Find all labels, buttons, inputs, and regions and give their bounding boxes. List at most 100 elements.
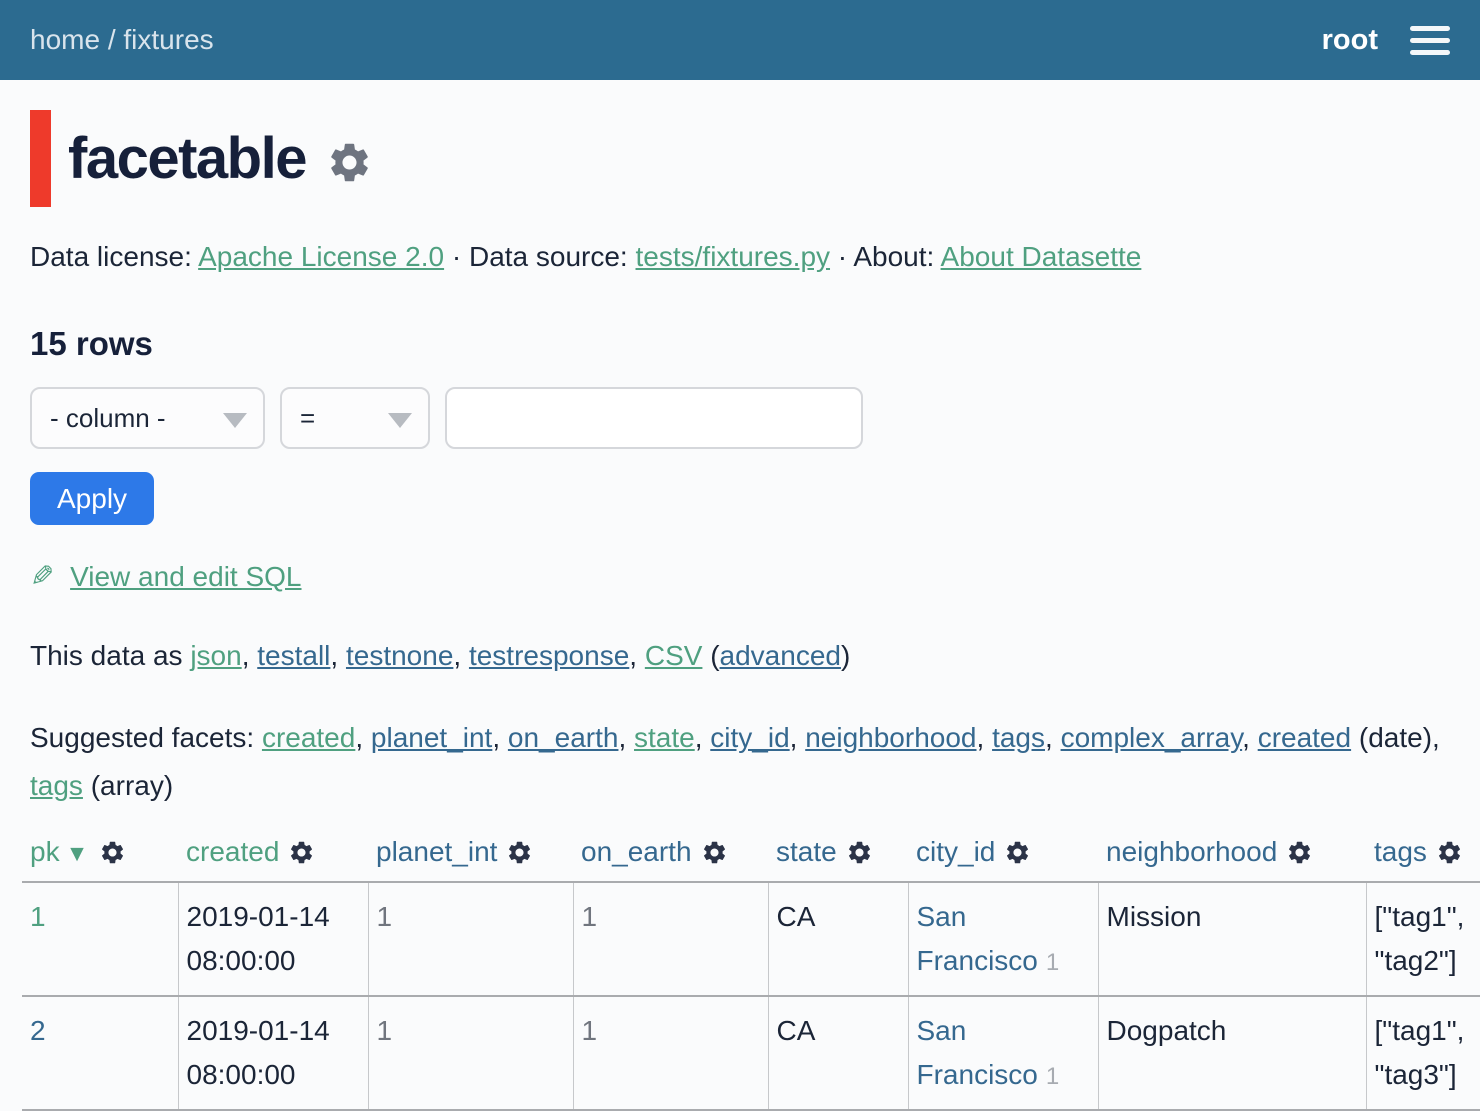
column-header-pk: pk▼ <box>22 836 178 882</box>
cell-created: 2019-01-14 08:00:00 <box>178 882 368 996</box>
column-header-created-link[interactable]: created <box>186 836 279 867</box>
pencil-icon: ✎ <box>30 559 54 594</box>
export-link-csv[interactable]: CSV <box>645 640 703 671</box>
column-header-neighborhood-link[interactable]: neighborhood <box>1106 836 1277 867</box>
data-table: pk▼ created planet_int on_earth state ci… <box>22 836 1480 1111</box>
facet-link-tags[interactable]: tags <box>992 722 1045 753</box>
column-header-planet-int: planet_int <box>368 836 573 882</box>
cell-tags: ["tag1", "tag3"] <box>1366 996 1480 1110</box>
about-label: About: <box>853 241 934 272</box>
header-row: pk▼ created planet_int on_earth state ci… <box>22 836 1480 882</box>
column-header-created: created <box>178 836 368 882</box>
view-edit-sql-link[interactable]: View and edit SQL <box>70 561 301 592</box>
column-header-pk-link[interactable]: pk <box>30 836 60 867</box>
export-link-testresponse[interactable]: testresponse <box>469 640 629 671</box>
facet-link-created-date[interactable]: created <box>1258 722 1351 753</box>
facet-link-on-earth[interactable]: on_earth <box>508 722 619 753</box>
column-gear-icon[interactable] <box>288 839 315 866</box>
filter-op-select[interactable]: = <box>280 387 430 449</box>
breadcrumb-table-link[interactable]: fixtures <box>123 24 213 55</box>
accent-bar <box>30 110 51 207</box>
meta-separator: · <box>452 241 461 272</box>
pk-link[interactable]: 2 <box>30 1015 46 1046</box>
column-gear-icon[interactable] <box>99 839 126 866</box>
cell-on-earth: 1 <box>573 996 768 1110</box>
breadcrumb: home / fixtures <box>30 24 214 56</box>
breadcrumb-home-link[interactable]: home <box>30 24 100 55</box>
export-line: This data as json, testall, testnone, te… <box>30 640 1450 672</box>
facet-suffix-date: (date) <box>1359 722 1432 753</box>
about-link[interactable]: About Datasette <box>941 241 1142 272</box>
cell-on-earth: 1 <box>573 882 768 996</box>
breadcrumb-separator: / <box>108 24 116 55</box>
sort-desc-icon: ▼ <box>66 840 89 866</box>
user-menu-root[interactable]: root <box>1322 24 1378 57</box>
column-gear-icon[interactable] <box>1004 839 1031 866</box>
column-gear-icon[interactable] <box>1286 839 1313 866</box>
column-header-state: state <box>768 836 908 882</box>
cell-state: CA <box>768 882 908 996</box>
advanced-open-paren: ( <box>710 640 719 671</box>
page-title-row: facetable <box>30 110 1450 207</box>
column-header-state-link[interactable]: state <box>776 836 837 867</box>
city-raw-id: 1 <box>1046 949 1059 976</box>
city-link[interactable]: San Francisco <box>917 901 1038 976</box>
cell-planet-int: 1 <box>368 996 573 1110</box>
export-link-advanced[interactable]: advanced <box>720 640 841 671</box>
filter-form: - column - = <box>30 387 1450 449</box>
suggested-facets: Suggested facets: created, planet_int, o… <box>30 714 1450 810</box>
hamburger-menu-icon[interactable] <box>1410 22 1450 59</box>
filter-column-select[interactable]: - column - <box>30 387 265 449</box>
table-row: 2 2019-01-14 08:00:00 1 1 CA San Francis… <box>22 996 1480 1110</box>
top-nav: home / fixtures root <box>0 0 1480 80</box>
column-gear-icon[interactable] <box>701 839 728 866</box>
source-link[interactable]: tests/fixtures.py <box>636 241 831 272</box>
column-header-on-earth-link[interactable]: on_earth <box>581 836 692 867</box>
filter-value-input[interactable] <box>445 387 863 449</box>
advanced-close-paren: ) <box>841 640 850 671</box>
cell-neighborhood: Mission <box>1098 882 1366 996</box>
column-select-wrap: - column - <box>30 387 265 449</box>
column-header-planet-int-link[interactable]: planet_int <box>376 836 497 867</box>
apply-button[interactable]: Apply <box>30 472 154 525</box>
export-link-json[interactable]: json <box>190 640 241 671</box>
column-gear-icon[interactable] <box>846 839 873 866</box>
cell-pk: 1 <box>22 882 178 996</box>
column-header-on-earth: on_earth <box>573 836 768 882</box>
sql-line: ✎ View and edit SQL <box>30 559 1450 594</box>
export-prefix: This data as <box>30 640 183 671</box>
pk-link[interactable]: 1 <box>30 901 46 932</box>
facet-suffix-array: (array) <box>91 770 173 801</box>
facet-link-complex-array[interactable]: complex_array <box>1061 722 1243 753</box>
facet-link-created[interactable]: created <box>262 722 355 753</box>
column-gear-icon[interactable] <box>506 839 533 866</box>
column-header-city-id-link[interactable]: city_id <box>916 836 995 867</box>
facet-link-tags-array[interactable]: tags <box>30 770 83 801</box>
column-header-tags: tags <box>1366 836 1480 882</box>
facet-link-planet-int[interactable]: planet_int <box>371 722 492 753</box>
op-select-wrap: = <box>280 387 430 449</box>
table-settings-gear-icon[interactable] <box>326 139 373 186</box>
cell-created: 2019-01-14 08:00:00 <box>178 996 368 1110</box>
cell-city-id: San Francisco 1 <box>908 882 1098 996</box>
row-count: 15 rows <box>30 325 1450 363</box>
export-link-testall[interactable]: testall <box>257 640 330 671</box>
export-link-testnone[interactable]: testnone <box>346 640 453 671</box>
column-gear-icon[interactable] <box>1436 839 1463 866</box>
metadata-line: Data license: Apache License 2.0 · Data … <box>30 241 1450 273</box>
meta-separator: · <box>838 241 847 272</box>
license-link[interactable]: Apache License 2.0 <box>198 241 444 272</box>
cell-neighborhood: Dogpatch <box>1098 996 1366 1110</box>
city-link[interactable]: San Francisco <box>917 1015 1038 1090</box>
column-header-city-id: city_id <box>908 836 1098 882</box>
cell-city-id: San Francisco1 <box>908 996 1098 1110</box>
column-header-tags-link[interactable]: tags <box>1374 836 1427 867</box>
cell-pk: 2 <box>22 996 178 1110</box>
license-label: Data license: <box>30 241 192 272</box>
facet-link-state[interactable]: state <box>634 722 695 753</box>
facet-link-city-id[interactable]: city_id <box>710 722 789 753</box>
cell-state: CA <box>768 996 908 1110</box>
source-label: Data source: <box>469 241 628 272</box>
facet-link-neighborhood[interactable]: neighborhood <box>805 722 976 753</box>
cell-tags: ["tag1", "tag2"] <box>1366 882 1480 996</box>
